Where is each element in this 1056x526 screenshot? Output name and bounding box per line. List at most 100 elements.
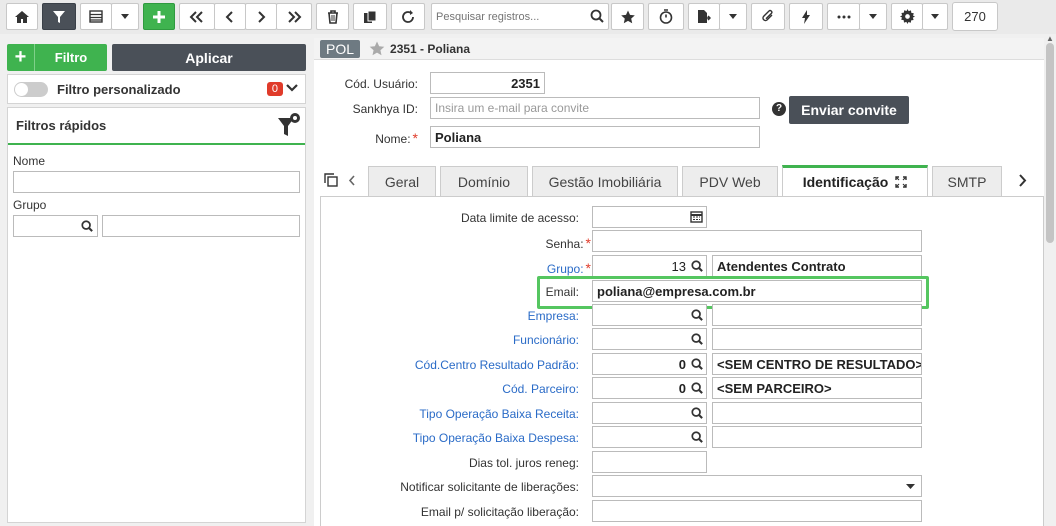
centro-resultado-label[interactable]: Cód.Centro Resultado Padrão: [321,358,579,372]
empresa-label[interactable]: Empresa: [321,309,579,323]
expand-icon[interactable] [895,176,907,188]
grupo-label[interactable]: Grupo: * [321,260,591,276]
nome-filter-input[interactable] [13,171,300,193]
tab-smtp[interactable]: SMTP [932,166,1002,196]
apply-button[interactable]: Aplicar [112,44,306,71]
tab-identificacao[interactable]: Identificação [782,165,928,196]
tab-gestao-imobiliaria[interactable]: Gestão Imobiliária [532,166,678,196]
search-icon[interactable] [691,358,703,370]
empresa-code-field[interactable] [592,304,707,326]
attach-button[interactable] [751,3,785,30]
search-icon[interactable] [590,9,604,23]
calendar-icon[interactable] [690,210,703,223]
email-solicitacao-field[interactable] [592,500,922,522]
last-record-button[interactable] [276,3,312,30]
notificar-select[interactable] [592,475,922,497]
search-icon[interactable] [81,220,93,232]
sankhya-id-field[interactable]: Insira um e-mail para convite [430,97,760,119]
first-record-button[interactable] [179,3,215,30]
dias-tol-label: Dias tol. juros reneg: [468,456,579,470]
plus-icon [153,10,165,23]
prev-icon [225,10,233,23]
grupo-code-field[interactable]: 13 [592,255,707,277]
scroll-up-icon[interactable]: ▲ [1046,34,1054,43]
chevron-left-icon[interactable] [348,175,356,186]
actions-button[interactable] [789,3,823,30]
search-icon[interactable] [691,382,703,394]
tipo-despesa-desc-field[interactable] [712,426,922,448]
dias-tol-field[interactable] [592,451,707,473]
more-dropdown[interactable] [859,3,887,30]
first-icon [189,10,203,23]
funcionario-desc-field[interactable] [712,328,922,350]
export-dropdown[interactable] [719,3,747,30]
lightning-icon [802,9,810,24]
tipo-despesa-code-field[interactable] [592,426,707,448]
tipo-receita-desc-field[interactable] [712,402,922,424]
help-icon[interactable]: ? [772,102,786,116]
record-form: POL 2351 - Poliana Cód. Usuário: 2351 Sa… [314,38,1044,526]
settings-button[interactable] [891,3,923,30]
next-record-button[interactable] [245,3,277,30]
delete-button[interactable] [316,3,349,30]
copy-icon [364,10,377,23]
trash-icon [327,9,338,24]
grupo-filter-desc-input[interactable] [102,215,300,237]
chevron-down-icon [121,14,129,19]
search-input[interactable] [432,4,582,29]
data-limite-field[interactable] [592,206,707,228]
scrollbar-thumb[interactable] [1046,43,1054,243]
export-button[interactable] [688,3,720,30]
grid-icon [89,10,103,23]
chevron-down-icon [906,484,915,489]
chevron-right-icon[interactable] [1018,174,1027,187]
send-invite-button[interactable]: Enviar convite [789,96,909,124]
funcionario-code-field[interactable] [592,328,707,350]
add-filter-button[interactable]: + Filtro [7,44,107,71]
favorite-button[interactable] [611,3,644,30]
tipo-receita-label[interactable]: Tipo Operação Baixa Receita: [321,407,579,421]
cod-usuario-field[interactable]: 2351 [430,72,545,94]
grid-view-button[interactable] [80,3,112,30]
custom-filter-toggle[interactable] [14,81,48,97]
search-icon[interactable] [691,260,703,272]
tab-geral[interactable]: Geral [368,166,436,196]
grupo-filter-code-input[interactable] [13,215,98,237]
parceiro-label[interactable]: Cód. Parceiro: [321,382,579,396]
tab-pdv-web[interactable]: PDV Web [682,166,778,196]
settings-dropdown[interactable] [922,3,948,30]
timer-button[interactable] [648,3,684,30]
grid-view-dropdown[interactable] [111,3,139,30]
refresh-button[interactable] [391,3,425,30]
parceiro-code-field[interactable]: 0 [592,377,707,399]
empresa-desc-field[interactable] [712,304,922,326]
search-icon[interactable] [691,333,703,345]
tipo-despesa-label[interactable]: Tipo Operação Baixa Despesa: [321,431,579,445]
search-icon[interactable] [691,431,703,443]
funcionario-label[interactable]: Funcionário: [321,333,579,347]
chevron-down-icon[interactable] [285,81,299,95]
prev-record-button[interactable] [214,3,246,30]
senha-field[interactable] [592,230,922,252]
email-field[interactable]: poliana@empresa.com.br [592,280,922,302]
gear-icon [899,9,915,24]
tipo-receita-code-field[interactable] [592,402,707,424]
add-button[interactable] [143,3,175,30]
centro-resultado-code-field[interactable]: 0 [592,353,707,375]
tabs-list-icon[interactable] [324,173,338,187]
scrollbar[interactable]: ▲ [1044,34,1056,526]
home-button[interactable] [6,3,38,30]
parceiro-desc-field[interactable]: <SEM PARCEIRO> [712,377,922,399]
search-icon[interactable] [691,407,703,419]
star-icon[interactable] [369,41,385,56]
grupo-desc-field[interactable]: Atendentes Contrato [712,255,922,277]
tab-dominio[interactable]: Domínio [440,166,528,196]
record-counter: 270 [952,2,998,31]
filter-settings-icon[interactable] [277,112,301,140]
filter-button[interactable] [42,3,76,30]
search-icon[interactable] [691,309,703,321]
more-button[interactable] [827,3,860,30]
centro-resultado-desc-field[interactable]: <SEM CENTRO DE RESULTADO> [712,353,922,375]
duplicate-button[interactable] [353,3,387,30]
nome-field[interactable]: Poliana [430,126,760,148]
